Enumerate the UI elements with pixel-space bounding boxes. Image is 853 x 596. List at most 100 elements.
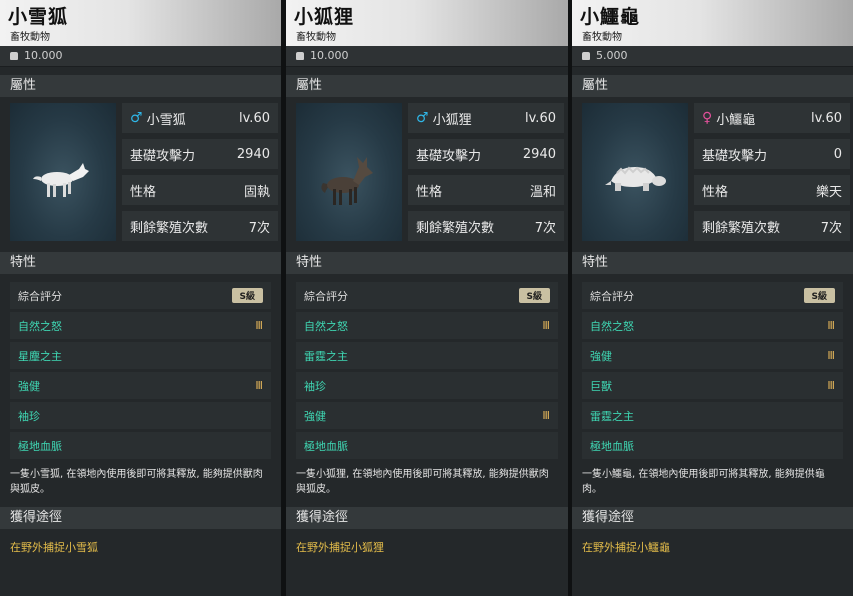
- female-icon: ♀: [702, 110, 713, 126]
- trait-name: 強健: [304, 409, 326, 423]
- nature-row: 性格 固執: [122, 175, 278, 205]
- card-header: 小鱷龜 畜牧動物: [572, 0, 853, 46]
- pet-portrait: [296, 103, 402, 241]
- trait-level: Ⅲ: [827, 349, 835, 362]
- traits-header: 特性: [286, 252, 568, 274]
- pet-name: 小鱷龜: [580, 6, 641, 28]
- name-level-row: ♂ 小雪狐 lv.60: [122, 103, 278, 133]
- attack-label: 基礎攻擊力: [702, 148, 768, 164]
- card-header: 小雪狐 畜牧動物: [0, 0, 281, 46]
- trait-level: Ⅲ: [255, 379, 263, 392]
- traits-header: 特性: [572, 252, 853, 274]
- trait-row[interactable]: 強健 Ⅲ: [10, 372, 271, 399]
- score-label: 綜合評分: [18, 289, 62, 303]
- trait-level: Ⅲ: [542, 409, 550, 422]
- traits-header: 特性: [0, 252, 281, 274]
- attack-value: 0: [833, 146, 842, 162]
- breed-value: 7次: [820, 220, 842, 236]
- trait-level: Ⅲ: [827, 379, 835, 392]
- trait-row[interactable]: 巨獸 Ⅲ: [582, 372, 843, 399]
- stat-level: lv.60: [525, 110, 556, 126]
- nature-value: 樂天: [815, 184, 842, 200]
- breed-value: 7次: [248, 220, 270, 236]
- weight-row: 5.000: [572, 46, 853, 67]
- pet-name: 小雪狐: [8, 6, 69, 28]
- trait-name: 自然之怒: [304, 319, 348, 333]
- pet-category: 畜牧動物: [296, 32, 336, 43]
- trait-name: 雷霆之主: [590, 409, 634, 423]
- stat-level: lv.60: [239, 110, 270, 126]
- pet-card-fox: 小狐狸 畜牧動物 10.000 屬性 ♂ 小狐狸 lv.60 基礎攻擊力 2940 性…: [286, 0, 568, 596]
- attributes-header: 屬性: [572, 75, 853, 97]
- weight-row: 10.000: [0, 46, 281, 67]
- attack-row: 基礎攻擊力 0: [694, 139, 850, 169]
- overall-score-row: 綜合評分 S級: [10, 282, 271, 309]
- score-label: 綜合評分: [590, 289, 634, 303]
- trait-name: 強健: [18, 379, 40, 393]
- trait-row[interactable]: 強健 Ⅲ: [296, 402, 558, 429]
- trait-name: 極地血脈: [18, 439, 62, 453]
- breed-label: 剩餘繁殖次數: [130, 220, 209, 236]
- nature-label: 性格: [130, 184, 157, 200]
- trait-row[interactable]: 極地血脈: [296, 432, 558, 459]
- trait-row[interactable]: 極地血脈: [10, 432, 271, 459]
- stat-name: 小狐狸: [432, 112, 472, 128]
- weight-icon: [10, 52, 18, 60]
- source-header: 獲得途徑: [286, 507, 568, 529]
- source-header: 獲得途徑: [0, 507, 281, 529]
- overall-score-row: 綜合評分 S級: [296, 282, 558, 309]
- trait-row[interactable]: 雷霆之主: [582, 402, 843, 429]
- trait-name: 自然之怒: [18, 319, 62, 333]
- source-header: 獲得途徑: [572, 507, 853, 529]
- trait-level: Ⅲ: [827, 319, 835, 332]
- trait-name: 強健: [590, 349, 612, 363]
- attack-row: 基礎攻擊力 2940: [122, 139, 278, 169]
- breed-row: 剩餘繁殖次數 7次: [122, 211, 278, 241]
- pet-portrait: [10, 103, 116, 241]
- weight-icon: [582, 52, 590, 60]
- weight-icon: [296, 52, 304, 60]
- trait-row[interactable]: 自然之怒 Ⅲ: [582, 312, 843, 339]
- breed-row: 剩餘繁殖次數 7次: [408, 211, 564, 241]
- stat-name: 小鱷龜: [716, 112, 756, 128]
- trait-row[interactable]: 雷霆之主: [296, 342, 558, 369]
- trait-level: Ⅲ: [255, 319, 263, 332]
- nature-value: 溫和: [529, 184, 556, 200]
- breed-row: 剩餘繁殖次數 7次: [694, 211, 850, 241]
- trait-name: 自然之怒: [590, 319, 634, 333]
- trait-row[interactable]: 極地血脈: [582, 432, 843, 459]
- trait-name: 極地血脈: [590, 439, 634, 453]
- pet-category: 畜牧動物: [582, 32, 622, 43]
- stat-level: lv.60: [811, 110, 842, 126]
- score-badge: S級: [231, 288, 263, 303]
- trait-name: 袖珍: [304, 379, 326, 393]
- pet-portrait: [582, 103, 688, 241]
- attack-row: 基礎攻擊力 2940: [408, 139, 564, 169]
- source-link[interactable]: 在野外捕捉小鱷龜: [572, 529, 853, 565]
- overall-score-row: 綜合評分 S級: [582, 282, 843, 309]
- trait-row[interactable]: 星塵之主: [10, 342, 271, 369]
- trait-row[interactable]: 強健 Ⅲ: [582, 342, 843, 369]
- trait-row[interactable]: 自然之怒 Ⅲ: [296, 312, 558, 339]
- source-link[interactable]: 在野外捕捉小雪狐: [0, 529, 281, 565]
- score-label: 綜合評分: [304, 289, 348, 303]
- attack-value: 2940: [236, 146, 270, 162]
- trait-row[interactable]: 自然之怒 Ⅲ: [10, 312, 271, 339]
- stat-name: 小雪狐: [146, 112, 186, 128]
- nature-label: 性格: [702, 184, 729, 200]
- trait-row[interactable]: 袖珍: [10, 402, 271, 429]
- nature-row: 性格 樂天: [694, 175, 850, 205]
- score-badge: S級: [803, 288, 835, 303]
- pet-card-snapping-turtle: 小鱷龜 畜牧動物 5.000 屬性 ♀ 小鱷龜 lv.60 基礎攻擊力 0 性格 樂天 …: [572, 0, 853, 596]
- trait-row[interactable]: 袖珍: [296, 372, 558, 399]
- source-link[interactable]: 在野外捕捉小狐狸: [286, 529, 568, 565]
- snapping-turtle-image: [605, 166, 666, 191]
- pet-description: 一隻小鱷龜, 在領地內使用後即可將其釋放, 能夠提供龜肉。: [582, 469, 825, 495]
- nature-label: 性格: [416, 184, 443, 200]
- nature-value: 固執: [243, 184, 270, 200]
- weight-value: 10.000: [24, 49, 63, 62]
- trait-name: 袖珍: [18, 409, 40, 423]
- breed-label: 剩餘繁殖次數: [416, 220, 495, 236]
- weight-row: 10.000: [286, 46, 568, 67]
- card-header: 小狐狸 畜牧動物: [286, 0, 568, 46]
